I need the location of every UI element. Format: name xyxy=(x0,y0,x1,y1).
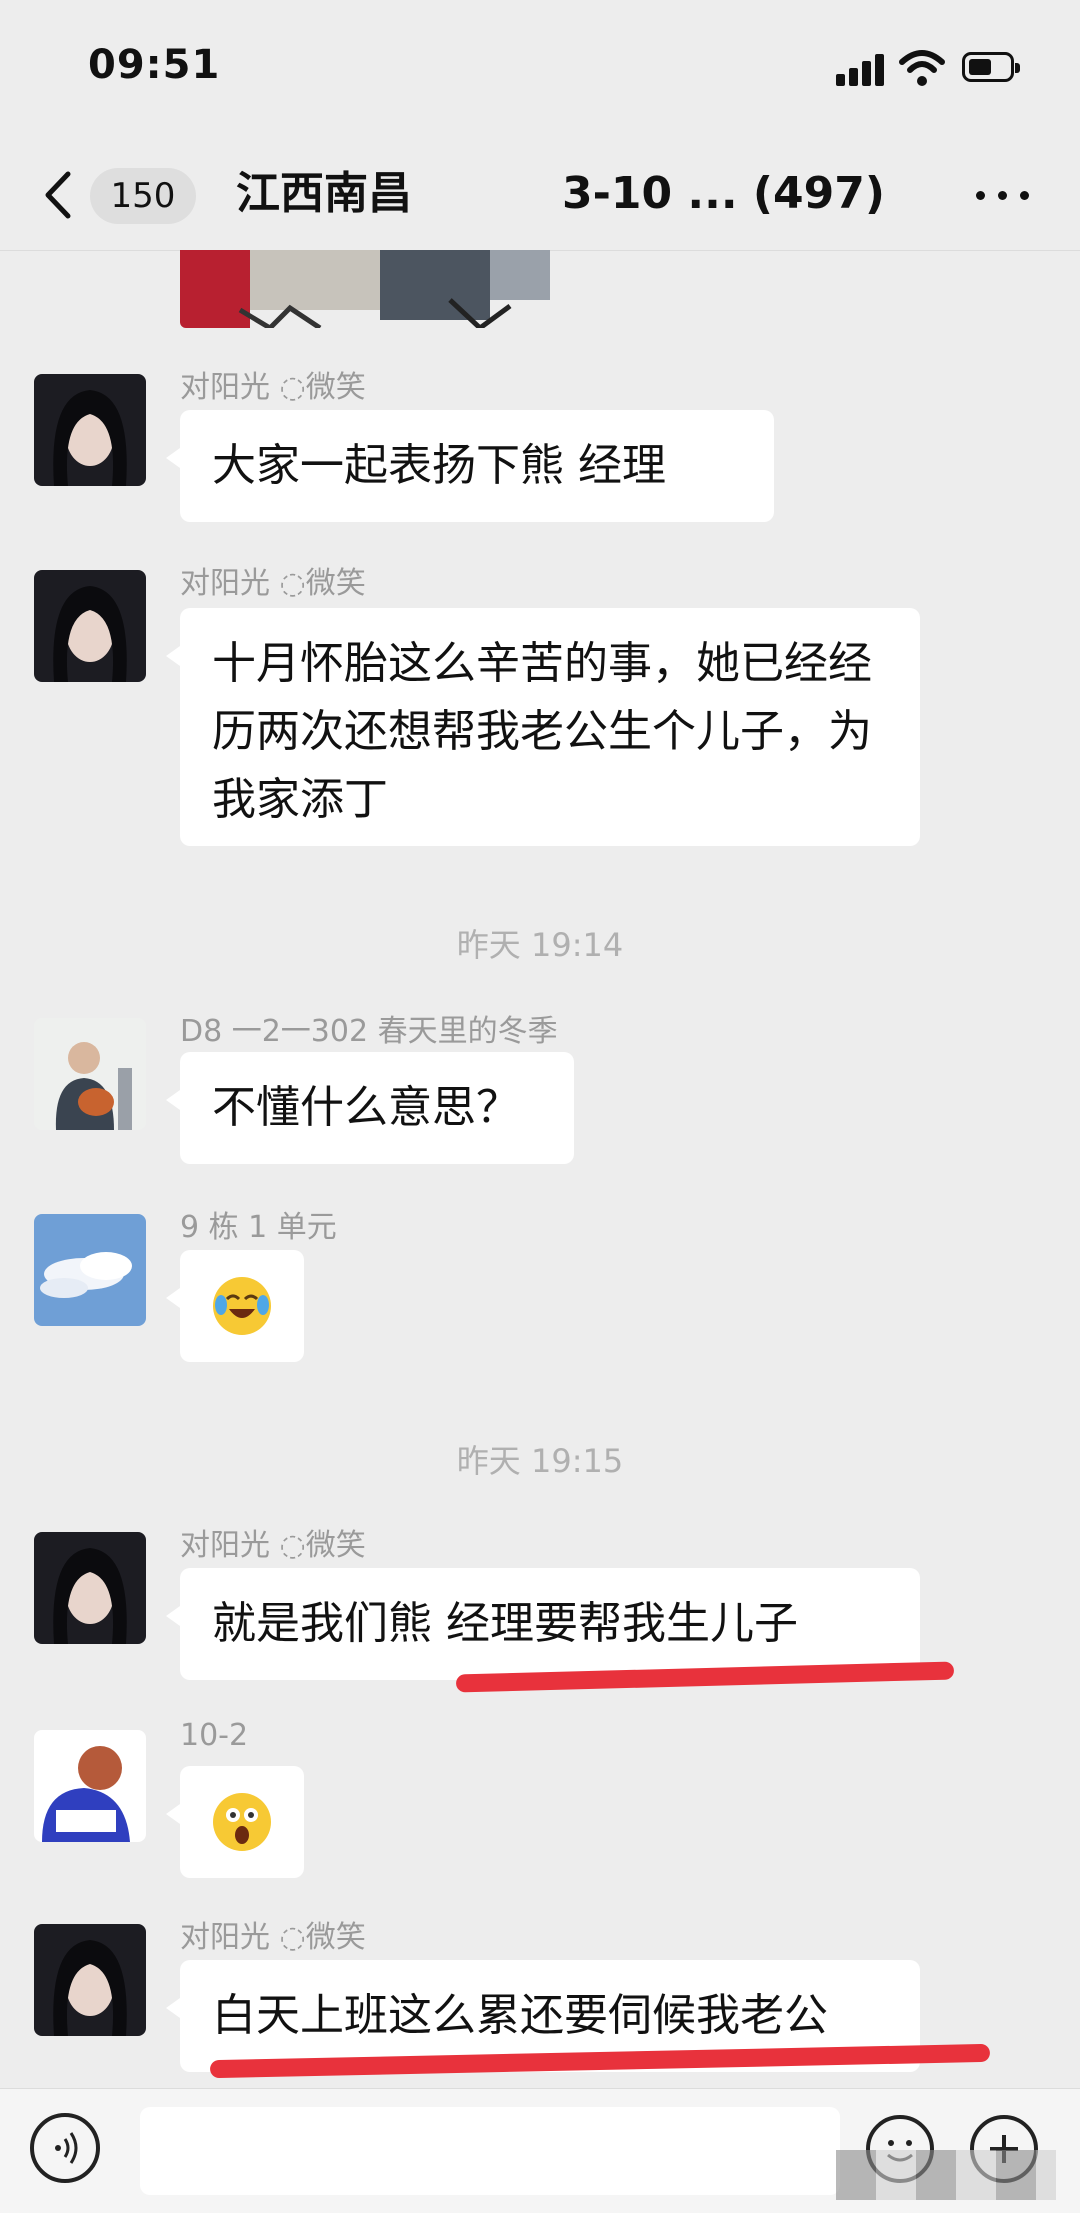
avatar[interactable] xyxy=(34,374,146,486)
chat-title-left: 江西南昌 xyxy=(236,168,412,219)
crying-laughing-emoji xyxy=(213,1277,271,1335)
message-bubble[interactable]: 不懂什么意思？ xyxy=(166,1052,574,1164)
avatar[interactable] xyxy=(34,1730,146,1842)
sender-name: 对阳光 ◌微笑 xyxy=(180,566,366,601)
avatar[interactable] xyxy=(34,1924,146,2036)
timestamp: 昨天 19:15 xyxy=(456,1442,624,1480)
signal-icon xyxy=(836,52,886,86)
avatar[interactable] xyxy=(34,570,146,682)
wifi-icon xyxy=(899,50,945,86)
more-options-icon[interactable] xyxy=(976,180,1032,210)
emoji-bubble[interactable] xyxy=(166,1250,304,1362)
status-time: 09:51 xyxy=(88,42,221,88)
chat-header: 150 江西南昌 3-10 ... (497) xyxy=(0,140,1080,251)
avatar[interactable] xyxy=(34,1532,146,1644)
sender-name: 对阳光 ◌微笑 xyxy=(180,1920,366,1955)
sender-name: 9 栋 1 单元 xyxy=(180,1210,337,1245)
avatar[interactable] xyxy=(34,1018,146,1130)
battery-icon xyxy=(962,52,1020,82)
unread-count-badge[interactable]: 150 xyxy=(90,168,196,224)
message-bubble[interactable]: 大家一起表扬下熊 经理 xyxy=(166,410,774,522)
message-bubble[interactable]: 就是我们熊 经理要帮我生儿子 xyxy=(166,1568,920,1680)
chat-title-right: 3-10 ... (497) xyxy=(562,168,885,219)
chat-title[interactable]: 江西南昌 3-10 ... (497) xyxy=(236,162,896,226)
status-bar: 09:51 xyxy=(0,0,1080,140)
avatar[interactable] xyxy=(34,1214,146,1326)
message-input[interactable] xyxy=(140,2107,840,2195)
sender-name: D8 一2一302 春天里的冬季 xyxy=(180,1014,558,1049)
sticker-image[interactable] xyxy=(180,250,590,328)
sender-name: 10-2 xyxy=(180,1718,249,1753)
watermark-mosaic xyxy=(836,2150,1056,2200)
voice-input-icon[interactable] xyxy=(30,2113,100,2183)
back-arrow-icon[interactable] xyxy=(40,170,76,220)
message-bubble[interactable]: 十月怀胎这么辛苦的事，她已经经历两次还想帮我老公生个儿子，为我家添丁 xyxy=(166,608,920,846)
sender-name: 对阳光 ◌微笑 xyxy=(180,370,366,405)
emoji-bubble[interactable] xyxy=(166,1766,304,1878)
timestamp: 昨天 19:14 xyxy=(456,926,624,964)
sender-name: 对阳光 ◌微笑 xyxy=(180,1528,366,1563)
shocked-emoji xyxy=(213,1793,271,1851)
